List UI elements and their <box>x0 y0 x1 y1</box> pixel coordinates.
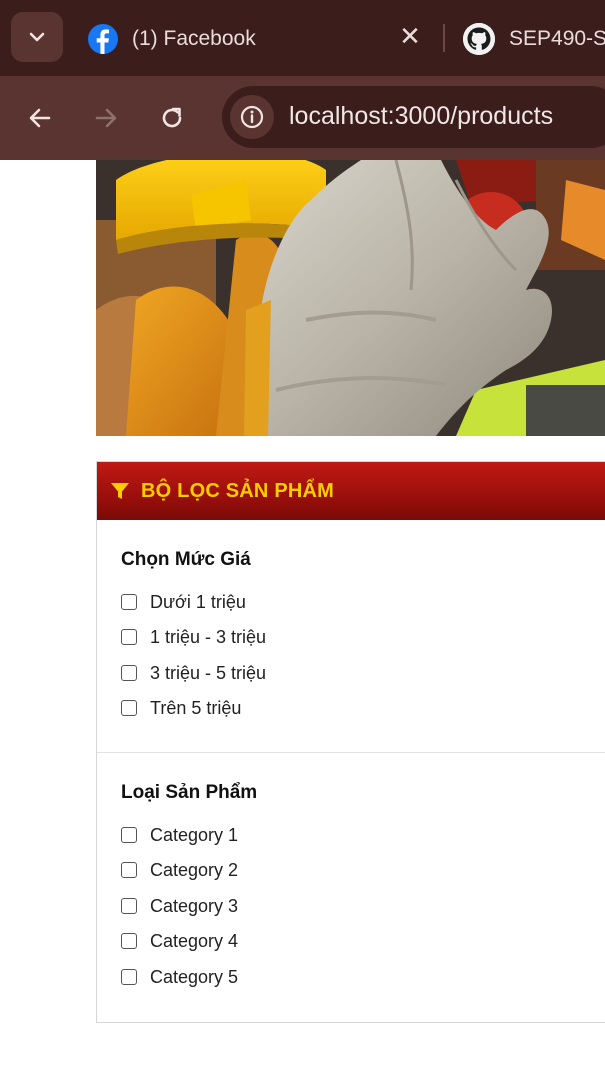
filter-funnel-icon <box>111 483 129 499</box>
price-option-label: Trên 5 triệu <box>150 697 242 718</box>
checkbox[interactable] <box>121 862 137 878</box>
price-option-label: 3 triệu - 5 triệu <box>150 662 267 683</box>
tab-facebook[interactable]: (1) Facebook <box>88 19 256 59</box>
price-section-title: Chọn Mức Giá <box>121 549 251 570</box>
checkbox[interactable] <box>121 700 137 716</box>
checkbox[interactable] <box>121 594 137 610</box>
price-option-label: 1 triệu - 3 triệu <box>150 626 267 647</box>
checkbox[interactable] <box>121 898 137 914</box>
arrow-left-icon <box>29 108 51 128</box>
reload-button[interactable] <box>152 98 192 138</box>
checkbox[interactable] <box>121 933 137 949</box>
close-tab-icon[interactable]: ✕ <box>396 22 424 52</box>
category-option-label: Category 1 <box>150 824 239 845</box>
tab-title: (1) Facebook <box>132 27 256 50</box>
price-option-label: Dưới 1 triệu <box>150 591 246 612</box>
tab-github[interactable]: SEP490-SP <box>463 19 605 59</box>
category-option[interactable]: Category 3 <box>121 893 238 919</box>
back-button[interactable] <box>20 98 60 138</box>
forward-button[interactable] <box>86 98 126 138</box>
tab-title: SEP490-SP <box>509 27 605 50</box>
chevron-down-icon <box>29 32 45 42</box>
checkbox[interactable] <box>121 827 137 843</box>
arrow-right-icon <box>95 108 117 128</box>
checkbox[interactable] <box>121 969 137 985</box>
tab-divider <box>443 24 445 52</box>
github-icon <box>463 23 495 55</box>
category-option[interactable]: Category 5 <box>121 964 238 990</box>
tab-search-button[interactable] <box>11 12 63 62</box>
info-icon <box>240 105 264 129</box>
category-option[interactable]: Category 2 <box>121 857 238 883</box>
checkbox[interactable] <box>121 665 137 681</box>
price-option[interactable]: 1 triệu - 3 triệu <box>121 624 266 650</box>
category-option-label: Category 4 <box>150 930 239 951</box>
price-option[interactable]: Dưới 1 triệu <box>121 589 246 615</box>
category-option[interactable]: Category 1 <box>121 822 238 848</box>
reload-icon <box>162 107 182 128</box>
url-text[interactable]: localhost:3000/products <box>289 102 553 131</box>
filter-title: BỘ LỌC SẢN PHẨM <box>141 479 334 502</box>
category-section-title: Loại Sản Phẩm <box>121 782 258 803</box>
product-filter-panel: BỘ LỌC SẢN PHẨM Chọn Mức Giá Dưới 1 triệ… <box>96 461 605 1023</box>
category-option-label: Category 5 <box>150 966 239 987</box>
price-option[interactable]: Trên 5 triệu <box>121 695 241 721</box>
category-option-label: Category 3 <box>150 895 239 916</box>
tab-strip: (1) Facebook ✕ SEP490-SP <box>0 0 605 76</box>
hero-banner-image <box>96 160 605 436</box>
section-divider <box>97 752 605 753</box>
facebook-icon <box>88 24 118 54</box>
address-bar[interactable]: localhost:3000/products <box>222 86 605 148</box>
price-option[interactable]: 3 triệu - 5 triệu <box>121 660 266 686</box>
browser-toolbar: localhost:3000/products <box>0 76 605 160</box>
category-option[interactable]: Category 4 <box>121 928 238 954</box>
category-option-label: Category 2 <box>150 859 239 880</box>
site-info-button[interactable] <box>230 95 274 139</box>
checkbox[interactable] <box>121 629 137 645</box>
filter-header: BỘ LỌC SẢN PHẨM <box>97 462 605 520</box>
